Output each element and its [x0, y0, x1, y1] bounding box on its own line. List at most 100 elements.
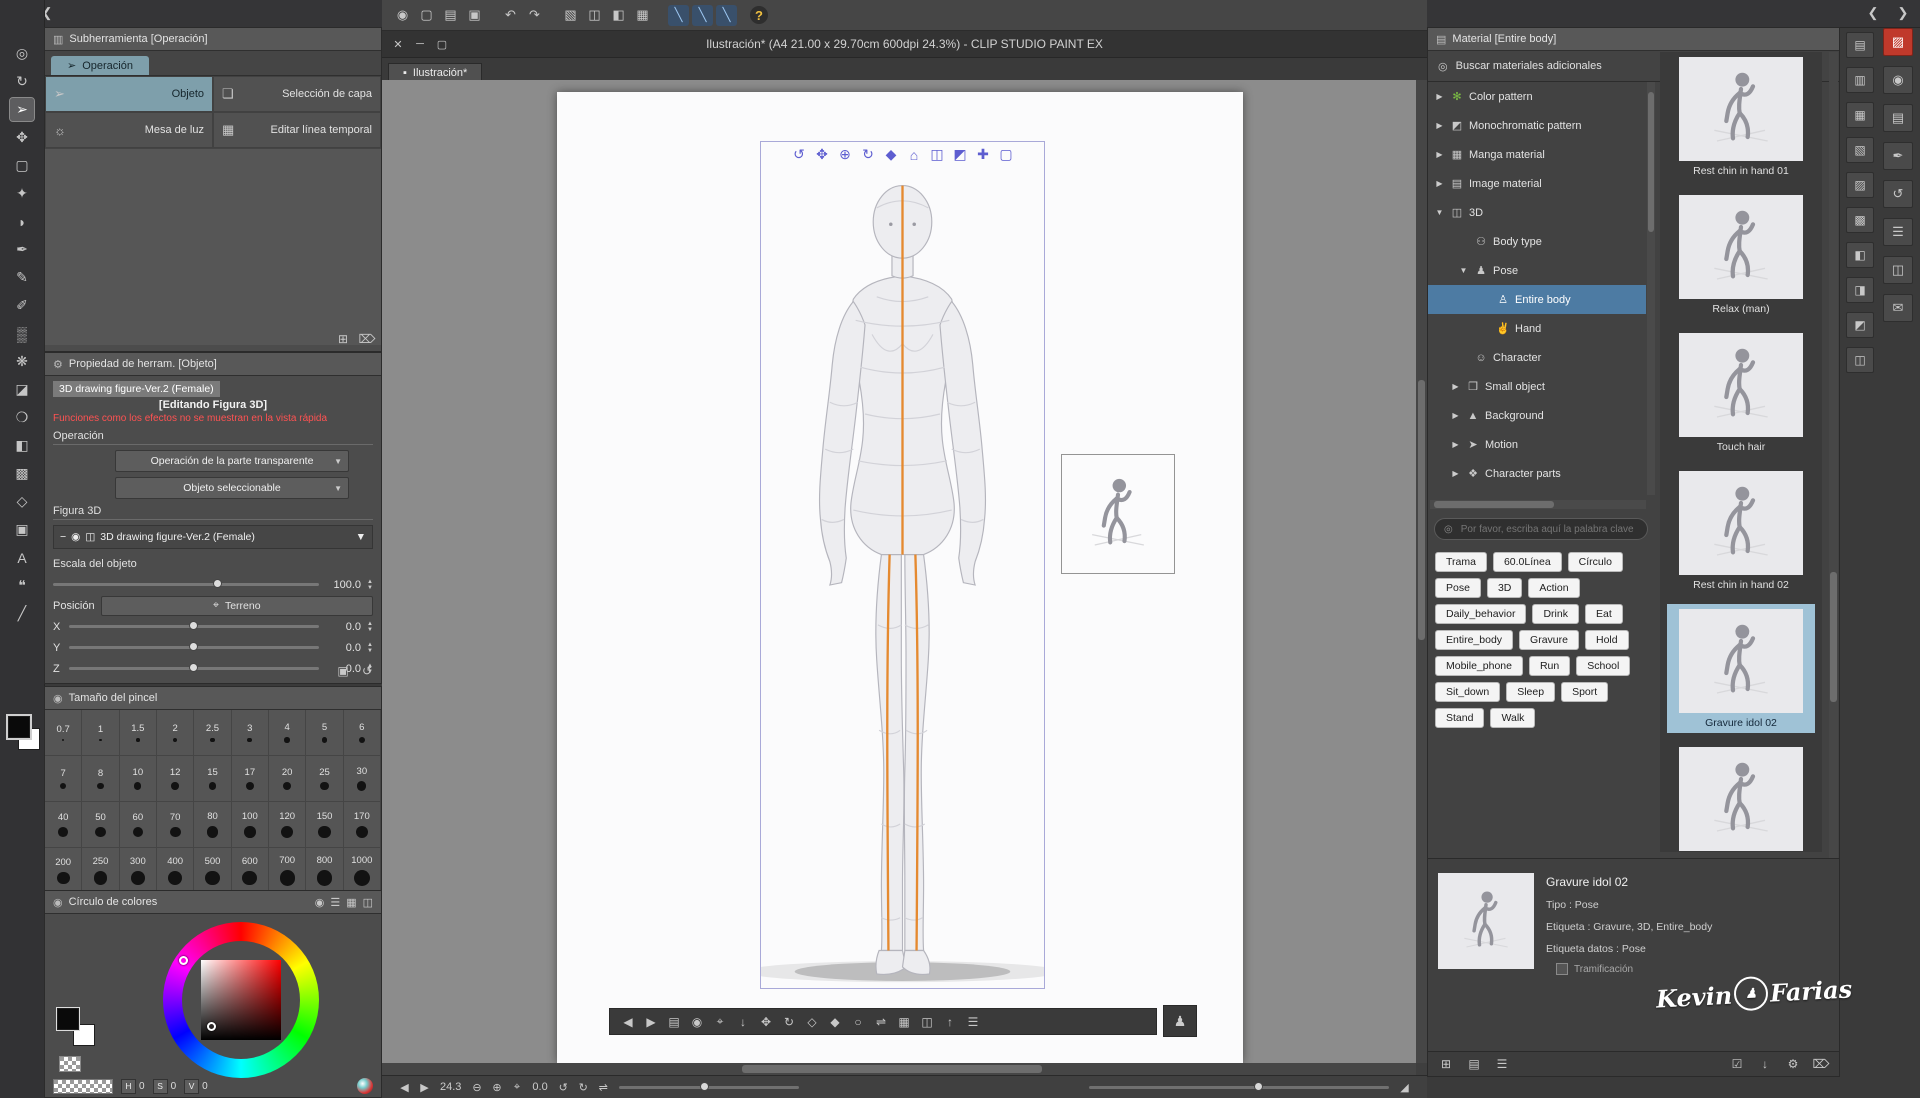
- cube-view-icon[interactable]: ◫: [928, 145, 947, 164]
- tone-checkbox-row[interactable]: Tramificación: [1556, 963, 1633, 975]
- panel-shortcut-icon[interactable]: ◩: [1846, 312, 1874, 338]
- transparent-strip[interactable]: [53, 1078, 113, 1094]
- panel-shortcut-icon[interactable]: ◨: [1846, 277, 1874, 303]
- clip-studio-logo[interactable]: ◉: [392, 5, 413, 26]
- brush-size-cell[interactable]: 170: [343, 802, 381, 848]
- import-3d-icon[interactable]: ↓: [733, 1012, 753, 1032]
- timeline-icon[interactable]: ◫: [1883, 256, 1913, 284]
- position-terrain-button[interactable]: ⌖ Terreno: [100, 595, 373, 616]
- hue-ring[interactable]: [163, 922, 319, 1078]
- spacer[interactable]: [1522, 1056, 1717, 1072]
- canvas-vertical-scrollbar[interactable]: [1416, 80, 1427, 1063]
- tree-expand-icon[interactable]: ▶: [1434, 179, 1445, 188]
- brush-size-cell[interactable]: 300: [119, 848, 157, 894]
- light-source-icon[interactable]: ◩: [951, 145, 970, 164]
- y-stepper[interactable]: ▲ ▼: [367, 642, 373, 654]
- sv-marker[interactable]: [207, 1022, 216, 1031]
- download-material-icon[interactable]: ↓: [1757, 1056, 1773, 1072]
- fit-screen-icon[interactable]: ⌖: [508, 1079, 525, 1096]
- intermediate-color-tab-icon[interactable]: ◫: [363, 896, 373, 909]
- snap-to-ruler-icon[interactable]: ╲: [668, 4, 689, 26]
- tag-button[interactable]: Sport: [1561, 682, 1609, 702]
- help-icon[interactable]: ?: [750, 6, 768, 24]
- tree-background[interactable]: ▶ ▲ Background: [1428, 401, 1646, 430]
- message-icon[interactable]: ✉: [1883, 294, 1913, 322]
- brush-size-cell[interactable]: 4: [268, 710, 307, 756]
- tag-button[interactable]: Hold: [1584, 630, 1629, 650]
- eraser-tool-icon[interactable]: ◪: [10, 378, 34, 401]
- transparent-part-dropdown[interactable]: Operación de la parte transparente ▼: [115, 450, 349, 472]
- blend-tool-icon[interactable]: ❍: [10, 406, 34, 429]
- add-subtool-icon[interactable]: ⊞: [335, 331, 351, 347]
- brush-size-cell[interactable]: 20: [268, 756, 307, 802]
- grid-icon[interactable]: ▦: [632, 5, 653, 26]
- scale-stepper[interactable]: ▲ ▼: [367, 579, 373, 591]
- material-thumbnail[interactable]: Touch hair: [1667, 328, 1815, 457]
- brush-size-cell[interactable]: 8: [82, 756, 120, 802]
- resize-grip-icon[interactable]: ◢: [1396, 1079, 1413, 1096]
- line-correction-tool-icon[interactable]: ╱: [10, 602, 34, 625]
- material-thumbnail[interactable]: Rest chin in hand 02: [1667, 466, 1815, 595]
- panel-shortcut-icon[interactable]: ◧: [1846, 242, 1874, 268]
- tag-button[interactable]: Sleep: [1506, 682, 1556, 702]
- tree-motion[interactable]: ▶ ➤ Motion: [1428, 430, 1646, 459]
- tag-button[interactable]: Gravure: [1519, 630, 1579, 650]
- subtool-objeto[interactable]: ➢ Objeto: [45, 76, 213, 112]
- tree-expand-icon[interactable]: ▶: [1450, 382, 1461, 391]
- panel-shortcut-icon[interactable]: ▦: [1846, 102, 1874, 128]
- move-layer-tool-icon[interactable]: ✥: [10, 126, 34, 149]
- object-tool-icon[interactable]: ➢: [9, 97, 35, 122]
- tree-expand-icon[interactable]: ▶: [1450, 469, 1461, 478]
- tag-button[interactable]: Drink: [1532, 604, 1579, 624]
- fill-tool-icon[interactable]: ◧: [10, 434, 34, 457]
- tree-3d[interactable]: ▼ ◫ 3D: [1428, 198, 1646, 227]
- tag-button[interactable]: Pose: [1435, 578, 1481, 598]
- camera-frame-icon[interactable]: ▢: [997, 145, 1016, 164]
- panel-shortcut-icon[interactable]: ▤: [1846, 32, 1874, 58]
- tag-button[interactable]: Stand: [1435, 708, 1485, 728]
- gradient-tool-icon[interactable]: ▩: [10, 462, 34, 485]
- tree-expand-icon[interactable]: ▶: [1434, 150, 1445, 159]
- checkbox-icon[interactable]: [1556, 963, 1568, 975]
- tree-expand-icon[interactable]: ▶: [1434, 92, 1445, 101]
- flip-horizontal-icon[interactable]: ⇌: [595, 1079, 612, 1096]
- figure-tool-icon[interactable]: ◇: [10, 490, 34, 513]
- panel-shortcut-icon[interactable]: ◫: [1846, 347, 1874, 373]
- tag-button[interactable]: 60.0Línea: [1492, 552, 1562, 572]
- tag-button[interactable]: Entire_body: [1435, 630, 1514, 650]
- tree-expand-icon[interactable]: ▼: [1458, 266, 1469, 275]
- delete-material-icon[interactable]: ⌦: [1813, 1056, 1830, 1072]
- new-folder-icon[interactable]: ⊞: [1438, 1056, 1454, 1072]
- item-bank-icon[interactable]: ▤: [1883, 104, 1913, 132]
- close-icon[interactable]: ✕: [390, 36, 406, 52]
- tree-expand-icon[interactable]: ▶: [1450, 411, 1461, 420]
- separator[interactable]: [488, 5, 497, 26]
- subtool-editar-linea-temporal[interactable]: ▦ Editar línea temporal: [213, 112, 381, 148]
- tree-monochromatic-pattern[interactable]: ▶ ◩ Monochromatic pattern: [1428, 111, 1646, 140]
- airbrush-tool-icon[interactable]: ▒: [10, 322, 34, 345]
- settings-icon[interactable]: ☰: [963, 1012, 983, 1032]
- pencil-tool-icon[interactable]: ✎: [10, 266, 34, 289]
- camera-orbit-icon[interactable]: ↺: [790, 145, 809, 164]
- ground-level-icon[interactable]: ⌂: [905, 145, 924, 164]
- fill-icon[interactable]: ◧: [608, 5, 629, 26]
- page-list-icon[interactable]: ▤: [664, 1012, 684, 1032]
- tag-button[interactable]: Círculo: [1567, 552, 1623, 572]
- grid-snap-icon[interactable]: ▦: [894, 1012, 914, 1032]
- panel-shortcut-icon[interactable]: ▧: [1846, 137, 1874, 163]
- brush-size-cell[interactable]: 12: [156, 756, 195, 802]
- pen-pressure-icon[interactable]: ✒: [1883, 142, 1913, 170]
- eyedropper-tool-icon[interactable]: ◗: [10, 210, 34, 233]
- prev-page-icon[interactable]: ◀: [618, 1012, 638, 1032]
- tree-character[interactable]: ☺ Character: [1428, 343, 1646, 372]
- new-canvas-icon[interactable]: ▢: [416, 5, 437, 26]
- brush-size-cell[interactable]: 700: [268, 848, 307, 894]
- canvas-horizontal-scrollbar[interactable]: [382, 1063, 1416, 1075]
- undo-icon[interactable]: ↶: [500, 5, 521, 26]
- tree-expand-icon[interactable]: ▶: [1434, 121, 1445, 130]
- selection-tool-icon[interactable]: ▢: [10, 154, 34, 177]
- visibility-eye-icon[interactable]: ◉: [71, 531, 80, 543]
- camera-roll-icon[interactable]: ↻: [859, 145, 878, 164]
- brush-size-cell[interactable]: 5: [306, 710, 344, 756]
- prev-view-icon[interactable]: ◀: [396, 1079, 413, 1096]
